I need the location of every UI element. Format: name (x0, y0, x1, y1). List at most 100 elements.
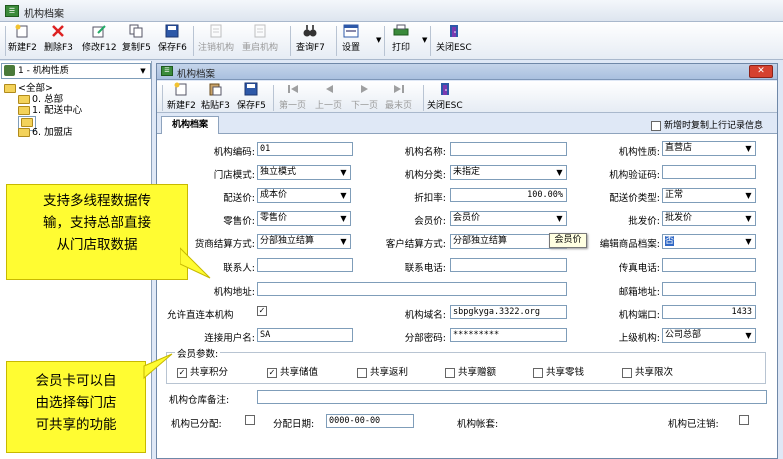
toolbar-close-button[interactable]: 关闭ESC (436, 24, 472, 58)
toolbar-copy-button[interactable]: 复制F5 (122, 24, 151, 58)
branch-password-label: 分部密码: (404, 333, 446, 344)
checkbox-box[interactable] (445, 367, 455, 378)
checkbox-box[interactable] (622, 367, 632, 378)
chevron-down-icon[interactable]: ▼ (336, 212, 350, 225)
inner-toolbar-next-button[interactable]: 下一页 (351, 82, 378, 116)
allocated-check-box[interactable] (245, 415, 255, 425)
member-param-checkbox[interactable]: ✓ 共享储值 (267, 364, 318, 378)
member-param-checkbox[interactable]: 共享赠额 (445, 364, 496, 378)
delivery-price-select[interactable]: 成本价 ▼ (257, 188, 351, 203)
org-nature-select[interactable]: 直营店 ▼ (662, 141, 756, 156)
toolbar-separator (384, 26, 385, 56)
org-name-input[interactable] (450, 142, 567, 156)
org-verify-code-input[interactable] (662, 165, 756, 179)
toolbar-query-button[interactable]: 查询F7 (296, 24, 325, 58)
inner-toolbar-prev-button[interactable]: 上一页 (315, 82, 342, 116)
delivery-price-type-select[interactable]: 正常 ▼ (662, 188, 756, 203)
org-category-select[interactable]: 未指定 ▼ (450, 165, 567, 180)
last-page-icon (391, 82, 407, 96)
inner-window-title: 机构档案 (177, 69, 216, 80)
chevron-down-icon[interactable]: ▼ (741, 142, 755, 155)
main-toolbar: 新建F2 删除F3 修改F12 复制F5 保存F6 注销机构 重启机构 查询F7 设置 打印 关闭E… (0, 22, 783, 60)
chevron-down-icon[interactable]: ▼ (741, 235, 755, 248)
chevron-down-icon[interactable]: ▼ (552, 166, 566, 179)
chevron-down-icon[interactable]: ▼ (552, 212, 566, 225)
allocated-checkbox[interactable] (245, 415, 258, 426)
discount-rate-input[interactable]: 100.00% (450, 188, 567, 202)
toolbar-button-label: 下一页 (351, 101, 379, 111)
inner-toolbar-close-button[interactable]: 关闭ESC (427, 82, 463, 116)
toolbar-cancel-org-button[interactable]: 注销机构 (198, 24, 234, 58)
chevron-down-icon[interactable]: ▼ (336, 189, 350, 202)
org-account-input[interactable] (522, 414, 602, 428)
org-port-input[interactable]: 1433 (662, 305, 756, 319)
tab-org-archive[interactable]: 机构档案 (161, 116, 219, 134)
inner-toolbar-paste-button[interactable]: 粘贴F3 (201, 82, 230, 116)
toolbar-print-button[interactable]: 打印 (392, 24, 410, 58)
chevron-down-icon[interactable]: ▼ (741, 329, 755, 342)
print-dropdown-arrow-icon[interactable]: ▼ (422, 36, 427, 44)
member-param-checkbox[interactable]: 共享限次 (622, 364, 673, 378)
warehouse-note-input[interactable] (257, 390, 767, 404)
category-combo[interactable]: 1 - 机构性质 ▼ (1, 63, 151, 79)
contact-phone-input[interactable] (450, 258, 567, 272)
delete-x-icon (50, 24, 66, 38)
inner-toolbar-save-button[interactable]: 保存F5 (237, 82, 266, 116)
org-code-input[interactable]: 01 (257, 142, 353, 156)
conn-user-input[interactable]: SA (257, 328, 353, 342)
edit-goods-archive-select[interactable]: 否 ▼ (662, 234, 756, 249)
inner-toolbar-first-button[interactable]: 第一页 (279, 82, 306, 116)
tree-node[interactable]: <全部> (4, 83, 53, 95)
toolbar-settings-button[interactable]: 设置 (342, 24, 360, 58)
fax-input[interactable] (662, 258, 756, 272)
member-param-checkbox[interactable]: 共享零钱 (533, 364, 584, 378)
org-address-input[interactable] (257, 282, 567, 296)
inner-toolbar-last-button[interactable]: 最末页 (385, 82, 412, 116)
allow-direct-checkbox[interactable]: ✓ (257, 306, 270, 317)
checkbox-box[interactable] (357, 367, 367, 378)
member-params-title: 会员参数: (175, 346, 221, 360)
chevron-down-icon[interactable]: ▼ (136, 64, 150, 78)
retail-price-select[interactable]: 零售价 ▼ (257, 211, 351, 226)
tree-node-label: 6. 加盟店 (32, 127, 73, 138)
toolbar-save-button[interactable]: 保存F6 (158, 24, 187, 58)
chevron-down-icon[interactable]: ▼ (741, 212, 755, 225)
toolbar-delete-button[interactable]: 删除F3 (44, 24, 73, 58)
member-param-checkbox[interactable]: ✓ 共享积分 (177, 364, 228, 378)
checkbox-box[interactable] (650, 120, 661, 131)
toolbar-new-button[interactable]: 新建F2 (8, 24, 37, 58)
inner-app-icon: ☰ (161, 66, 173, 76)
checkbox-box[interactable]: ✓ (177, 367, 187, 378)
tree-node[interactable]: 6. 加盟店 (18, 127, 73, 139)
checkbox-box[interactable] (533, 367, 543, 378)
settings-dropdown-arrow-icon[interactable]: ▼ (376, 36, 381, 44)
deregistered-checkbox[interactable] (739, 415, 752, 426)
toolbar-modify-button[interactable]: 修改F12 (82, 24, 117, 58)
toolbar-restart-org-button[interactable]: 重启机构 (242, 24, 278, 58)
checkbox-box[interactable]: ✓ (267, 367, 277, 378)
parent-org-select[interactable]: 公司总部 ▼ (662, 328, 756, 343)
chevron-down-icon[interactable]: ▼ (741, 189, 755, 202)
postal-address-input[interactable] (662, 282, 756, 296)
wholesale-price-select[interactable]: 批发价 ▼ (662, 211, 756, 226)
member-param-label: 共享储值 (280, 367, 319, 378)
copy-prev-record-checkbox[interactable]: 新增时复制上行记录信息 (650, 118, 763, 131)
alloc-date-input[interactable]: 0000-00-00 (326, 414, 414, 428)
store-mode-select[interactable]: 独立模式 ▼ (257, 165, 351, 180)
toolbar-button-label: 关闭ESC (427, 101, 463, 111)
close-window-button[interactable]: ✕ (749, 65, 773, 78)
allow-direct-check-mark[interactable]: ✓ (257, 306, 267, 316)
member-price-select[interactable]: 会员价 ▼ (450, 211, 567, 226)
toolbar-button-label: 第一页 (279, 101, 307, 111)
chevron-down-icon[interactable]: ▼ (336, 166, 350, 179)
member-param-label: 共享零钱 (546, 367, 585, 378)
member-param-checkbox[interactable]: 共享返利 (357, 364, 408, 378)
contact-input[interactable] (257, 258, 353, 272)
org-domain-input[interactable]: sbpgkyga.3322.org (450, 305, 567, 319)
chevron-down-icon[interactable]: ▼ (336, 235, 350, 248)
supplier-settlement-select[interactable]: 分部独立结算 ▼ (257, 234, 351, 249)
inner-toolbar-new-button[interactable]: 新建F2 (167, 82, 196, 116)
branch-password-input[interactable]: ********* (450, 328, 567, 342)
deregistered-check-box[interactable] (739, 415, 749, 425)
delivery-price-type-label: 配送价类型: (609, 193, 660, 204)
